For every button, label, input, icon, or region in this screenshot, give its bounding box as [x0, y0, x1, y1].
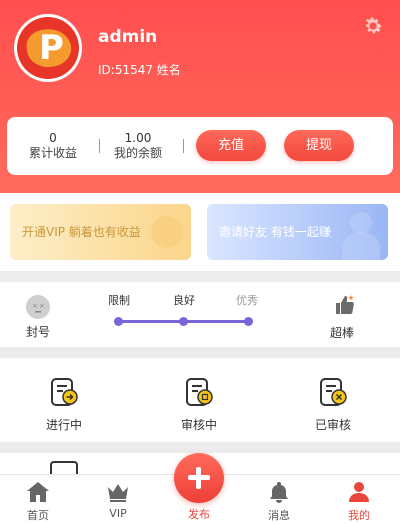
- crown-icon: [108, 484, 128, 502]
- username: admin: [98, 27, 158, 47]
- excellent-label: 超棒: [330, 326, 355, 340]
- publish-label: 发布: [188, 508, 210, 521]
- order-in-progress-label: 进行中: [45, 418, 82, 432]
- order-in-progress[interactable]: 进行中: [34, 376, 94, 433]
- user-icon: [349, 482, 369, 502]
- withdraw-button[interactable]: 提现: [284, 130, 354, 161]
- people-icon: [342, 232, 380, 260]
- tab-mine[interactable]: 我的: [329, 480, 389, 523]
- svg-text:×: ×: [32, 302, 38, 310]
- promo-banners: 开通VIP 躺着也有收益 邀请好友 有钱一起赚: [0, 193, 400, 271]
- recharge-button[interactable]: 充值: [196, 130, 266, 161]
- order-under-review[interactable]: 审核中: [169, 376, 229, 433]
- rating-dot: [244, 317, 253, 326]
- tab-messages-label: 消息: [268, 509, 290, 522]
- total-earnings-value: 0: [49, 131, 57, 145]
- my-balance-value: 1.00: [124, 131, 152, 145]
- banned-label: 封号: [26, 325, 51, 339]
- tab-home[interactable]: 首页: [8, 480, 68, 523]
- vip-banner[interactable]: 开通VIP 躺着也有收益: [10, 204, 191, 260]
- vip-banner-text: 开通VIP 躺着也有收益: [22, 225, 141, 239]
- thumbs-up-icon: [336, 295, 354, 314]
- tab-home-label: 首页: [27, 509, 49, 522]
- tab-messages[interactable]: 消息: [249, 480, 309, 523]
- bell-icon: [270, 482, 288, 503]
- balance-card: 0 累计收益 1.00 我的余额 充值 提现: [7, 117, 393, 175]
- gear-icon[interactable]: [362, 15, 384, 37]
- total-earnings: 0 累计收益: [25, 131, 81, 161]
- puzzle-icon: [151, 216, 183, 248]
- my-balance-label: 我的余额: [113, 146, 162, 160]
- divider: [99, 139, 100, 153]
- home-icon: [27, 482, 49, 502]
- tab-vip-label: VIP: [109, 507, 127, 520]
- tab-mine-label: 我的: [348, 509, 370, 522]
- arrow-right-icon: [51, 378, 78, 406]
- level-label: 良好: [173, 294, 195, 307]
- profile-header: P admin ID:51547 姓名 0 累计收益 1.00 我的余额 充值 …: [0, 0, 400, 193]
- rating-dot: [179, 317, 188, 326]
- avatar[interactable]: P: [14, 14, 82, 82]
- level-label: 限制: [108, 294, 130, 307]
- order-under-review-label: 审核中: [180, 418, 217, 432]
- sad-face-icon: × ×: [26, 295, 50, 319]
- people-icon: [350, 212, 372, 234]
- user-id: ID:51547 姓名: [98, 63, 181, 77]
- order-status-section: 进行中 审核中 已审核: [0, 358, 400, 442]
- tab-vip[interactable]: VIP: [88, 480, 148, 520]
- invite-banner-text: 邀请好友 有钱一起赚: [219, 225, 331, 239]
- rating-dot: [114, 317, 123, 326]
- close-circle-icon: [320, 378, 347, 406]
- publish-button[interactable]: [174, 453, 224, 503]
- total-earnings-label: 累计收益: [28, 146, 77, 160]
- order-reviewed-label: 已审核: [314, 418, 351, 432]
- order-reviewed[interactable]: 已审核: [303, 376, 363, 433]
- level-label: 优秀: [236, 294, 258, 307]
- stamp-icon: [186, 378, 213, 406]
- my-balance: 1.00 我的余额: [110, 131, 166, 161]
- divider: [183, 139, 184, 153]
- svg-text:×: ×: [39, 302, 45, 310]
- invite-banner[interactable]: 邀请好友 有钱一起赚: [207, 204, 388, 260]
- plus-icon: [196, 467, 201, 489]
- credit-rating: × × 封号 限制 良好 优秀 超棒: [0, 282, 400, 347]
